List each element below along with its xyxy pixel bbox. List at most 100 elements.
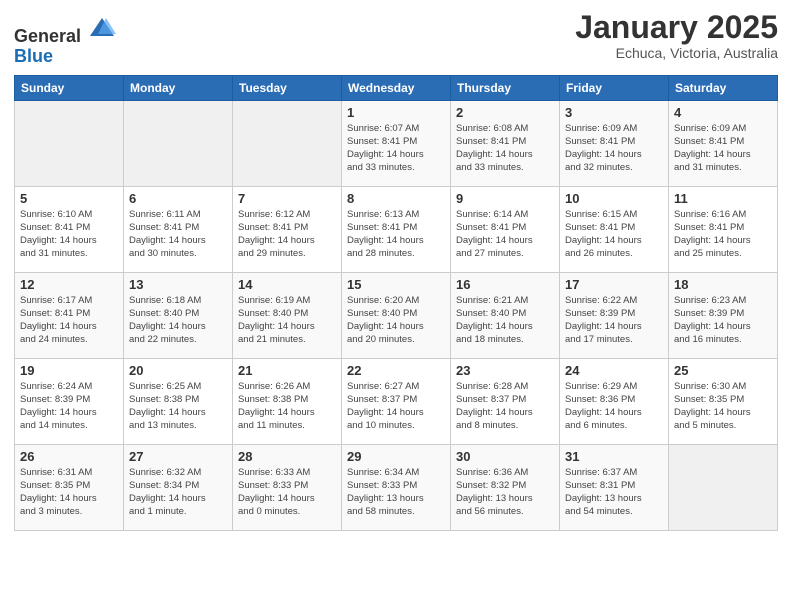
calendar-cell: 9 Sunrise: 6:14 AM Sunset: 8:41 PM Daylig… (451, 186, 560, 272)
day-info: Sunrise: 6:30 AM Sunset: 8:35 PM Dayligh… (674, 380, 772, 433)
calendar-cell: 5Sunrise: 6:10 AM Sunset: 8:41 PM Daylig… (15, 186, 124, 272)
week-row-2: 5Sunrise: 6:10 AM Sunset: 8:41 PM Daylig… (15, 186, 778, 272)
day-info: Sunrise: 6:20 AM Sunset: 8:40 PM Dayligh… (347, 294, 445, 347)
day-number: 3 (565, 105, 663, 120)
calendar-cell: 11 Sunrise: 6:16 AM Sunset: 8:41 PM Dayli… (669, 186, 778, 272)
day-info: Sunrise: 6:26 AM Sunset: 8:38 PM Dayligh… (238, 380, 336, 433)
calendar-cell: 26Sunrise: 6:31 AM Sunset: 8:35 PM Dayli… (15, 444, 124, 530)
day-info: Sunrise: 6:10 AM Sunset: 8:41 PM Dayligh… (20, 208, 118, 261)
calendar-cell: 3 Sunrise: 6:09 AM Sunset: 8:41 PM Daylig… (560, 100, 669, 186)
weekday-header-monday: Monday (124, 75, 233, 100)
calendar-cell: 8 Sunrise: 6:13 AM Sunset: 8:41 PM Daylig… (342, 186, 451, 272)
week-row-5: 26Sunrise: 6:31 AM Sunset: 8:35 PM Dayli… (15, 444, 778, 530)
day-number: 9 (456, 191, 554, 206)
day-info: Sunrise: 6:33 AM Sunset: 8:33 PM Dayligh… (238, 466, 336, 519)
calendar-cell: 23 Sunrise: 6:28 AM Sunset: 8:37 PM Dayli… (451, 358, 560, 444)
day-number: 4 (674, 105, 772, 120)
month-title: January 2025 (575, 10, 778, 45)
day-info: Sunrise: 6:24 AM Sunset: 8:39 PM Dayligh… (20, 380, 118, 433)
week-row-4: 19 Sunrise: 6:24 AM Sunset: 8:39 PM Dayli… (15, 358, 778, 444)
calendar-cell: 12 Sunrise: 6:17 AM Sunset: 8:41 PM Dayli… (15, 272, 124, 358)
day-info: Sunrise: 6:23 AM Sunset: 8:39 PM Dayligh… (674, 294, 772, 347)
day-number: 1 (347, 105, 445, 120)
day-number: 22 (347, 363, 445, 378)
day-info: Sunrise: 6:16 AM Sunset: 8:41 PM Dayligh… (674, 208, 772, 261)
day-info: Sunrise: 6:32 AM Sunset: 8:34 PM Dayligh… (129, 466, 227, 519)
day-number: 12 (20, 277, 118, 292)
subtitle: Echuca, Victoria, Australia (575, 45, 778, 61)
day-info: Sunrise: 6:27 AM Sunset: 8:37 PM Dayligh… (347, 380, 445, 433)
day-number: 8 (347, 191, 445, 206)
day-info: Sunrise: 6:25 AM Sunset: 8:38 PM Dayligh… (129, 380, 227, 433)
calendar-cell: 1 Sunrise: 6:07 AM Sunset: 8:41 PM Daylig… (342, 100, 451, 186)
day-number: 20 (129, 363, 227, 378)
calendar-cell: 28 Sunrise: 6:33 AM Sunset: 8:33 PM Dayli… (233, 444, 342, 530)
calendar-cell (233, 100, 342, 186)
day-number: 7 (238, 191, 336, 206)
calendar-cell: 22 Sunrise: 6:27 AM Sunset: 8:37 PM Dayli… (342, 358, 451, 444)
calendar-cell: 4Sunrise: 6:09 AM Sunset: 8:41 PM Daylig… (669, 100, 778, 186)
day-number: 25 (674, 363, 772, 378)
day-number: 2 (456, 105, 554, 120)
weekday-header-tuesday: Tuesday (233, 75, 342, 100)
calendar-cell: 16Sunrise: 6:21 AM Sunset: 8:40 PM Dayli… (451, 272, 560, 358)
day-info: Sunrise: 6:09 AM Sunset: 8:41 PM Dayligh… (565, 122, 663, 175)
weekday-header-sunday: Sunday (15, 75, 124, 100)
day-info: Sunrise: 6:37 AM Sunset: 8:31 PM Dayligh… (565, 466, 663, 519)
day-number: 29 (347, 449, 445, 464)
weekday-header-thursday: Thursday (451, 75, 560, 100)
day-number: 10 (565, 191, 663, 206)
day-info: Sunrise: 6:17 AM Sunset: 8:41 PM Dayligh… (20, 294, 118, 347)
logo-general-text: General (14, 26, 81, 46)
logo-icon (88, 14, 116, 42)
calendar-cell: 24 Sunrise: 6:29 AM Sunset: 8:36 PM Dayli… (560, 358, 669, 444)
calendar-cell: 30Sunrise: 6:36 AM Sunset: 8:32 PM Dayli… (451, 444, 560, 530)
day-info: Sunrise: 6:07 AM Sunset: 8:41 PM Dayligh… (347, 122, 445, 175)
day-info: Sunrise: 6:34 AM Sunset: 8:33 PM Dayligh… (347, 466, 445, 519)
day-number: 24 (565, 363, 663, 378)
day-info: Sunrise: 6:19 AM Sunset: 8:40 PM Dayligh… (238, 294, 336, 347)
calendar-cell: 13 Sunrise: 6:18 AM Sunset: 8:40 PM Dayli… (124, 272, 233, 358)
day-number: 21 (238, 363, 336, 378)
day-number: 28 (238, 449, 336, 464)
day-number: 16 (456, 277, 554, 292)
calendar-cell: 2 Sunrise: 6:08 AM Sunset: 8:41 PM Daylig… (451, 100, 560, 186)
calendar-cell: 10 Sunrise: 6:15 AM Sunset: 8:41 PM Dayli… (560, 186, 669, 272)
day-number: 14 (238, 277, 336, 292)
day-number: 15 (347, 277, 445, 292)
day-info: Sunrise: 6:12 AM Sunset: 8:41 PM Dayligh… (238, 208, 336, 261)
day-number: 17 (565, 277, 663, 292)
day-info: Sunrise: 6:15 AM Sunset: 8:41 PM Dayligh… (565, 208, 663, 261)
calendar-cell (124, 100, 233, 186)
day-info: Sunrise: 6:08 AM Sunset: 8:41 PM Dayligh… (456, 122, 554, 175)
calendar-cell: 27Sunrise: 6:32 AM Sunset: 8:34 PM Dayli… (124, 444, 233, 530)
weekday-header-saturday: Saturday (669, 75, 778, 100)
day-number: 6 (129, 191, 227, 206)
calendar-cell (669, 444, 778, 530)
day-number: 31 (565, 449, 663, 464)
calendar-cell: 18Sunrise: 6:23 AM Sunset: 8:39 PM Dayli… (669, 272, 778, 358)
calendar: SundayMondayTuesdayWednesdayThursdayFrid… (14, 75, 778, 531)
calendar-cell: 7 Sunrise: 6:12 AM Sunset: 8:41 PM Daylig… (233, 186, 342, 272)
calendar-cell: 14 Sunrise: 6:19 AM Sunset: 8:40 PM Dayli… (233, 272, 342, 358)
day-number: 19 (20, 363, 118, 378)
logo-blue-text: Blue (14, 46, 53, 66)
weekday-header-friday: Friday (560, 75, 669, 100)
day-info: Sunrise: 6:13 AM Sunset: 8:41 PM Dayligh… (347, 208, 445, 261)
day-info: Sunrise: 6:28 AM Sunset: 8:37 PM Dayligh… (456, 380, 554, 433)
week-row-1: 1 Sunrise: 6:07 AM Sunset: 8:41 PM Daylig… (15, 100, 778, 186)
day-number: 13 (129, 277, 227, 292)
day-info: Sunrise: 6:29 AM Sunset: 8:36 PM Dayligh… (565, 380, 663, 433)
day-info: Sunrise: 6:22 AM Sunset: 8:39 PM Dayligh… (565, 294, 663, 347)
day-info: Sunrise: 6:14 AM Sunset: 8:41 PM Dayligh… (456, 208, 554, 261)
calendar-cell: 6 Sunrise: 6:11 AM Sunset: 8:41 PM Daylig… (124, 186, 233, 272)
day-info: Sunrise: 6:31 AM Sunset: 8:35 PM Dayligh… (20, 466, 118, 519)
logo: General Blue (14, 14, 116, 67)
calendar-cell: 15 Sunrise: 6:20 AM Sunset: 8:40 PM Dayli… (342, 272, 451, 358)
day-number: 23 (456, 363, 554, 378)
day-info: Sunrise: 6:18 AM Sunset: 8:40 PM Dayligh… (129, 294, 227, 347)
calendar-cell: 17 Sunrise: 6:22 AM Sunset: 8:39 PM Dayli… (560, 272, 669, 358)
calendar-cell: 19 Sunrise: 6:24 AM Sunset: 8:39 PM Dayli… (15, 358, 124, 444)
day-info: Sunrise: 6:11 AM Sunset: 8:41 PM Dayligh… (129, 208, 227, 261)
day-number: 11 (674, 191, 772, 206)
